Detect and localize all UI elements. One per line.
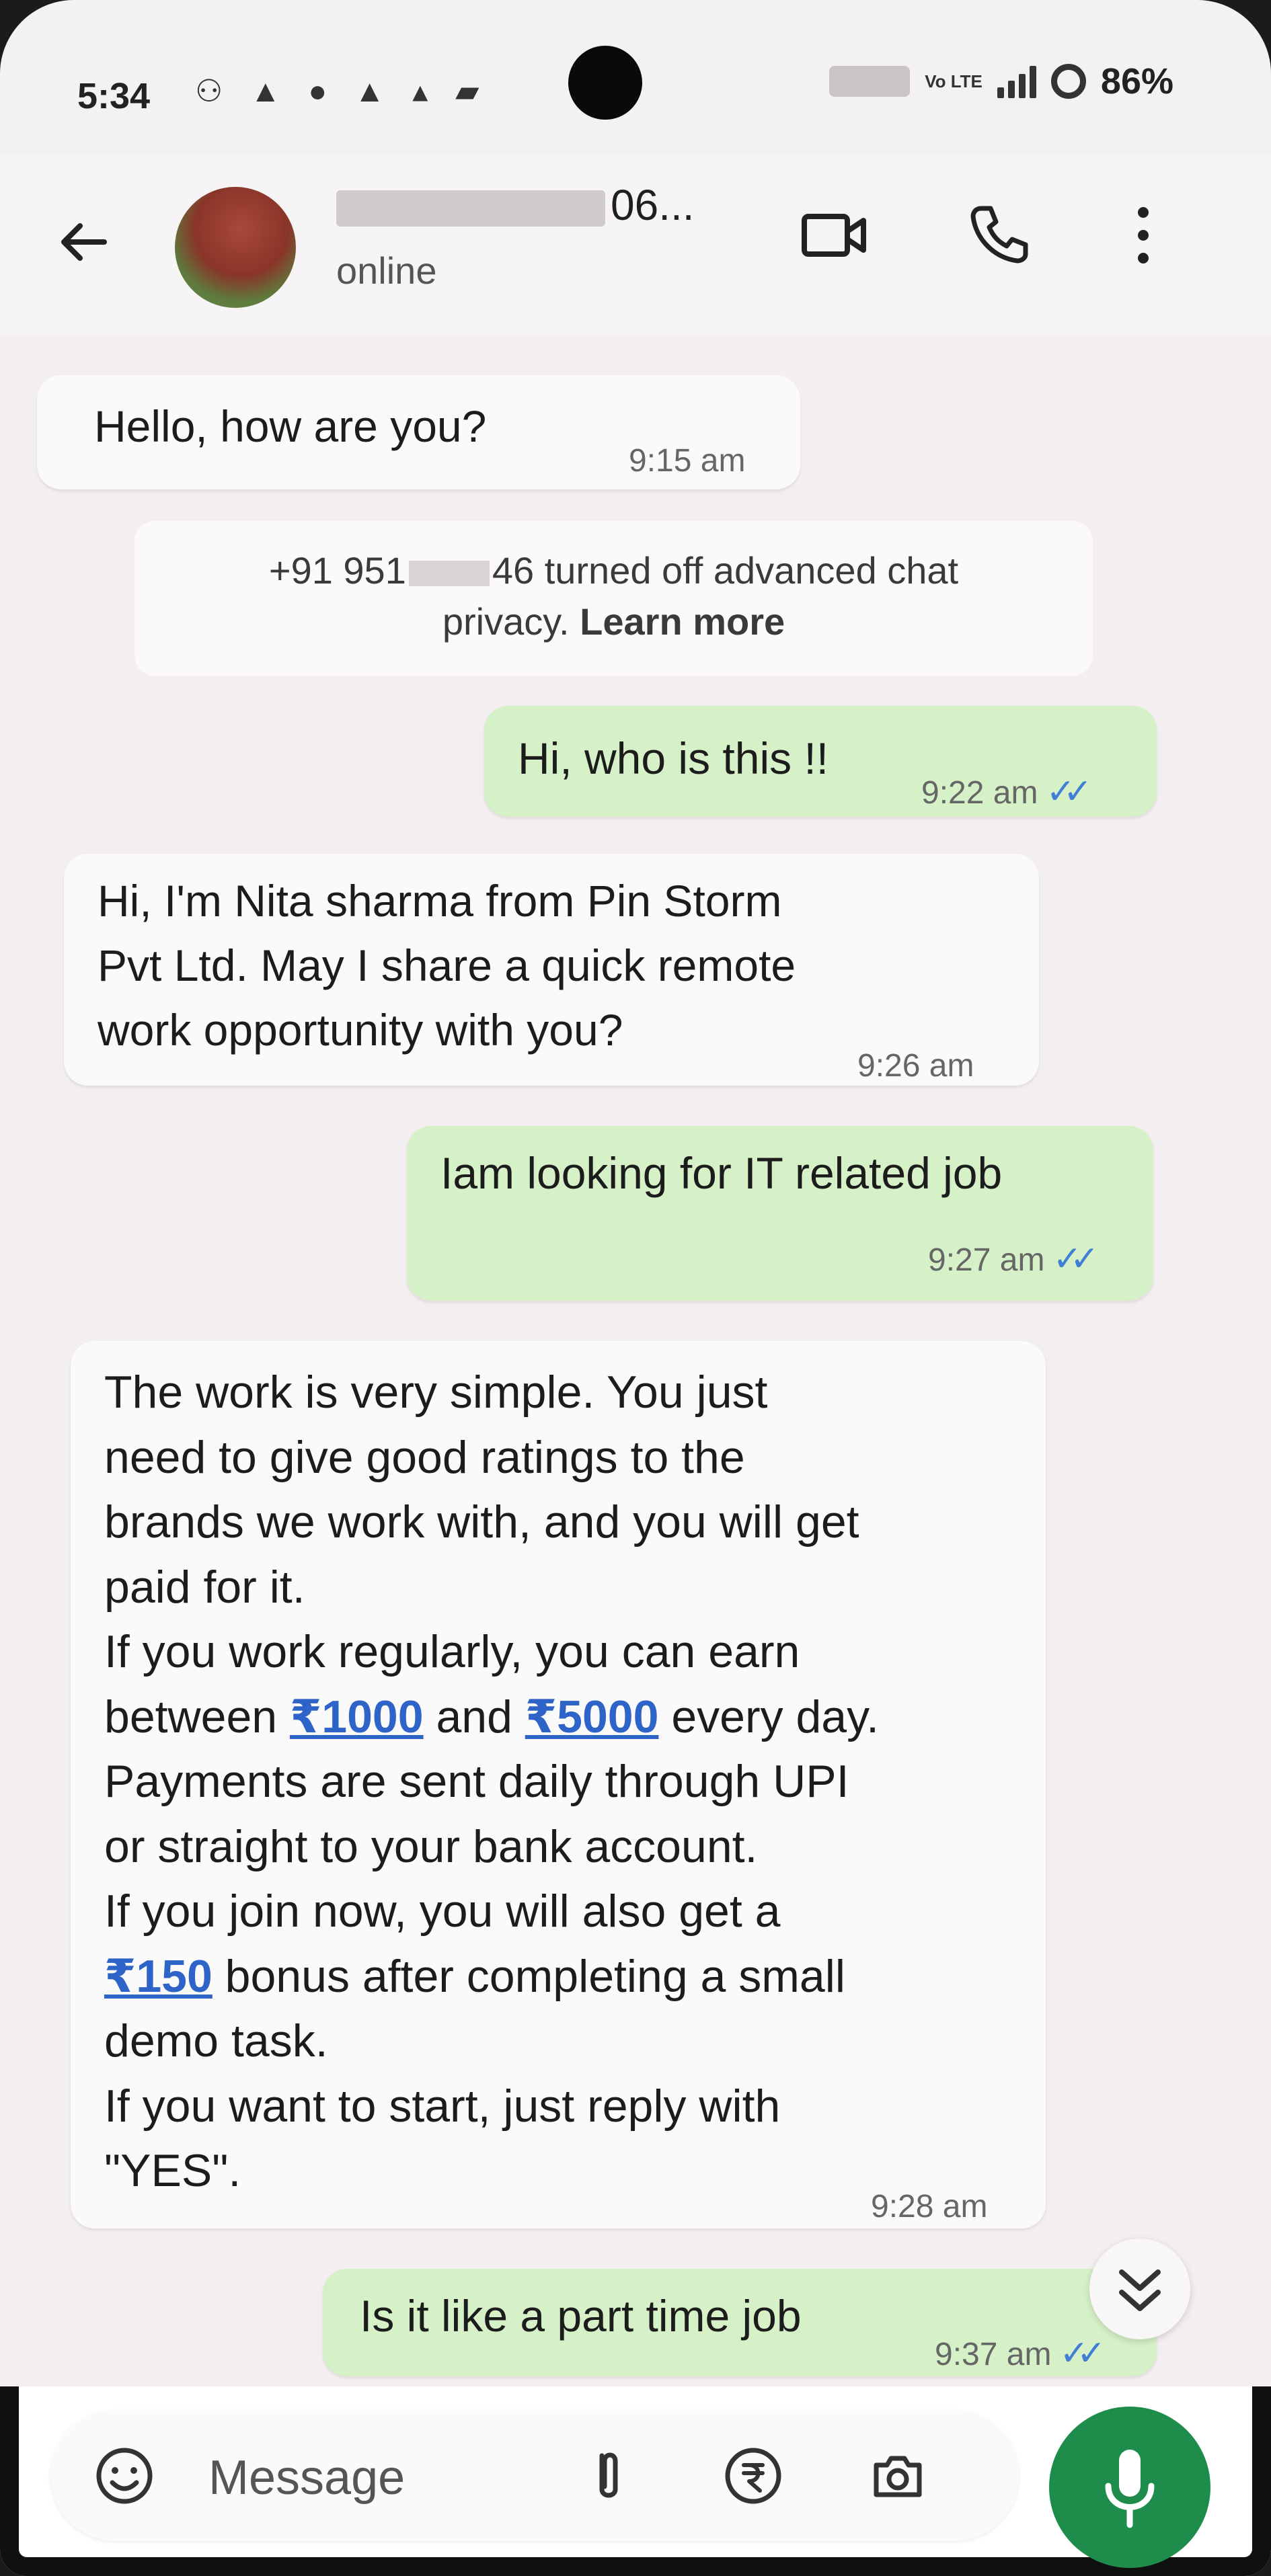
- message-incoming[interactable]: Hi, I'm Nita sharma from Pin Storm Pvt L…: [64, 854, 1039, 1086]
- camera-icon[interactable]: [864, 2442, 931, 2509]
- message-composer[interactable]: Message: [50, 2410, 1019, 2541]
- notification-icons: ⚇ ▲ ● ▲ ▴ ▰: [195, 73, 489, 108]
- phone-screen: 5:34 ⚇ ▲ ● ▲ ▴ ▰ Vo LTE 86% 06... online: [0, 0, 1271, 2576]
- message-time: 9:27 am ✓✓: [928, 1240, 1100, 1279]
- scroll-to-bottom-button[interactable]: [1089, 2239, 1190, 2339]
- double-chevron-down-icon: [1119, 2269, 1161, 2311]
- message-incoming[interactable]: Hello, how are you? 9:15 am: [37, 375, 800, 489]
- message-time: 9:26 am: [857, 1048, 974, 1084]
- status-right: Vo LTE 86%: [829, 61, 1173, 102]
- volte-indicator: Vo LTE: [925, 71, 983, 91]
- message-text: Hi, I'm Nita sharma from Pin Storm Pvt L…: [98, 876, 796, 1055]
- delivered-ticks-icon: ✓✓: [1059, 2334, 1106, 2373]
- payment-rupee-icon[interactable]: [720, 2442, 787, 2509]
- blurred-status-icons: [829, 66, 911, 97]
- system-notice-line2: privacy. Learn more: [442, 600, 785, 643]
- redacted-number: [408, 561, 490, 587]
- read-ticks-icon: ✓✓: [1046, 772, 1092, 811]
- system-notice-line1: +91 951 46 turned off advanced chat: [268, 549, 959, 592]
- contact-name[interactable]: 06...: [336, 180, 695, 230]
- message-outgoing[interactable]: Iam looking for IT related job 9:27 am ✓✓: [407, 1126, 1153, 1301]
- message-time: 9:28 am: [871, 2189, 988, 2224]
- message-text: The work is very simple. You just need t…: [104, 1367, 879, 2196]
- attach-icon[interactable]: [575, 2442, 642, 2509]
- message-text: Iam looking for IT related job: [440, 1148, 1003, 1198]
- amount-link[interactable]: ₹5000: [525, 1691, 659, 1742]
- avatar[interactable]: [175, 187, 296, 308]
- status-time: 5:34: [77, 76, 151, 116]
- mic-icon: [1105, 2450, 1155, 2528]
- voice-call-icon[interactable]: [958, 195, 1039, 276]
- learn-more-link[interactable]: Learn more: [580, 600, 785, 643]
- amount-link[interactable]: ₹1000: [290, 1691, 424, 1742]
- message-time: 9:15 am: [629, 443, 746, 479]
- signal-icon: [997, 65, 1036, 98]
- contact-status: online: [336, 249, 437, 292]
- read-ticks-icon: ✓✓: [1052, 1240, 1099, 1279]
- message-time: 9:22 am ✓✓: [921, 772, 1093, 811]
- redacted-name: [336, 190, 605, 227]
- amount-link[interactable]: ₹150: [104, 1951, 213, 2002]
- message-time: 9:37 am ✓✓: [935, 2334, 1106, 2373]
- battery-percent: 86%: [1100, 61, 1173, 102]
- back-arrow-icon[interactable]: [50, 208, 118, 276]
- emoji-icon[interactable]: [91, 2442, 158, 2509]
- status-bar: 5:34 ⚇ ▲ ● ▲ ▴ ▰ Vo LTE 86%: [0, 0, 1271, 155]
- chat-header: 06... online: [0, 155, 1271, 336]
- message-outgoing[interactable]: Hi, who is this !! 9:22 am ✓✓: [484, 706, 1157, 817]
- mic-button[interactable]: [1049, 2407, 1210, 2568]
- front-camera: [568, 46, 642, 120]
- message-text: Is it like a part time job: [360, 2291, 802, 2341]
- system-notice: +91 951 46 turned off advanced chat priva…: [134, 521, 1093, 676]
- video-call-icon[interactable]: [794, 195, 874, 276]
- battery-icon: [1050, 64, 1086, 99]
- chat-area[interactable]: Hello, how are you? 9:15 am +91 951 46 tu…: [0, 336, 1271, 2386]
- message-text: Hi, who is this !!: [518, 733, 829, 783]
- more-vert-icon[interactable]: [1103, 195, 1184, 276]
- message-text: Hello, how are you?: [94, 401, 487, 451]
- message-incoming[interactable]: The work is very simple. You just need t…: [71, 1341, 1046, 2228]
- message-outgoing[interactable]: Is it like a part time job 9:37 am ✓✓: [323, 2269, 1157, 2376]
- message-input[interactable]: Message: [208, 2450, 405, 2505]
